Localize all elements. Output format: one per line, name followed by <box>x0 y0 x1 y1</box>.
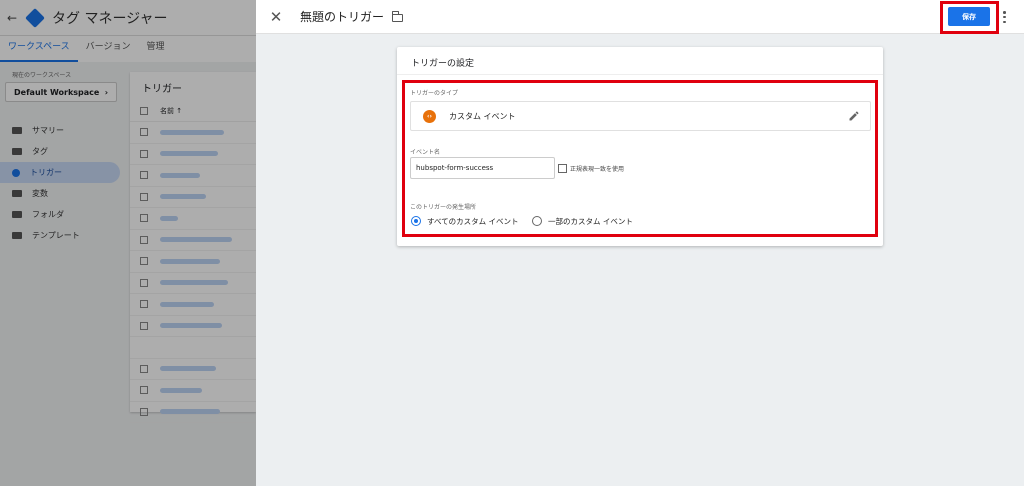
folder-icon[interactable] <box>391 11 404 22</box>
save-button[interactable]: 保存 <box>948 7 990 26</box>
trigger-editor-sheet: ✕ 無題のトリガー 保存 トリガーの設定 トリガーのタイプ ‹› カスタム イベ… <box>256 0 1024 486</box>
radio-all-custom-events[interactable] <box>411 216 421 226</box>
radio-all-custom-events-label[interactable]: すべてのカスタム イベント <box>427 216 519 227</box>
sheet-header: ✕ 無題のトリガー <box>256 0 1024 34</box>
trigger-type-label: トリガーのタイプ <box>410 90 459 97</box>
background-app: ← タグ マネージャー ワークスペース バージョン 管理 現在のワークスペース … <box>0 0 256 486</box>
pencil-icon[interactable] <box>848 110 860 122</box>
card-title: トリガーの設定 <box>397 47 883 75</box>
fires-on-label: このトリガーの発生場所 <box>410 204 477 211</box>
trigger-title[interactable]: 無題のトリガー <box>300 8 384 25</box>
trigger-type-value: カスタム イベント <box>449 111 516 121</box>
radio-some-custom-events[interactable] <box>532 216 542 226</box>
event-name-label: イベント名 <box>410 149 441 156</box>
custom-event-icon: ‹› <box>423 109 436 123</box>
trigger-config-card: トリガーの設定 トリガーのタイプ ‹› カスタム イベント イベント名 正規表現… <box>397 47 883 246</box>
regex-label: 正規表現一致を使用 <box>570 166 625 173</box>
modal-overlay[interactable] <box>0 0 256 486</box>
event-name-input[interactable] <box>410 157 555 179</box>
trigger-type-selector[interactable]: ‹› カスタム イベント <box>410 101 871 131</box>
close-icon[interactable]: ✕ <box>266 7 286 27</box>
regex-checkbox[interactable] <box>558 164 567 173</box>
radio-some-custom-events-label[interactable]: 一部のカスタム イベント <box>548 216 633 227</box>
more-vert-icon[interactable] <box>1003 11 1006 23</box>
